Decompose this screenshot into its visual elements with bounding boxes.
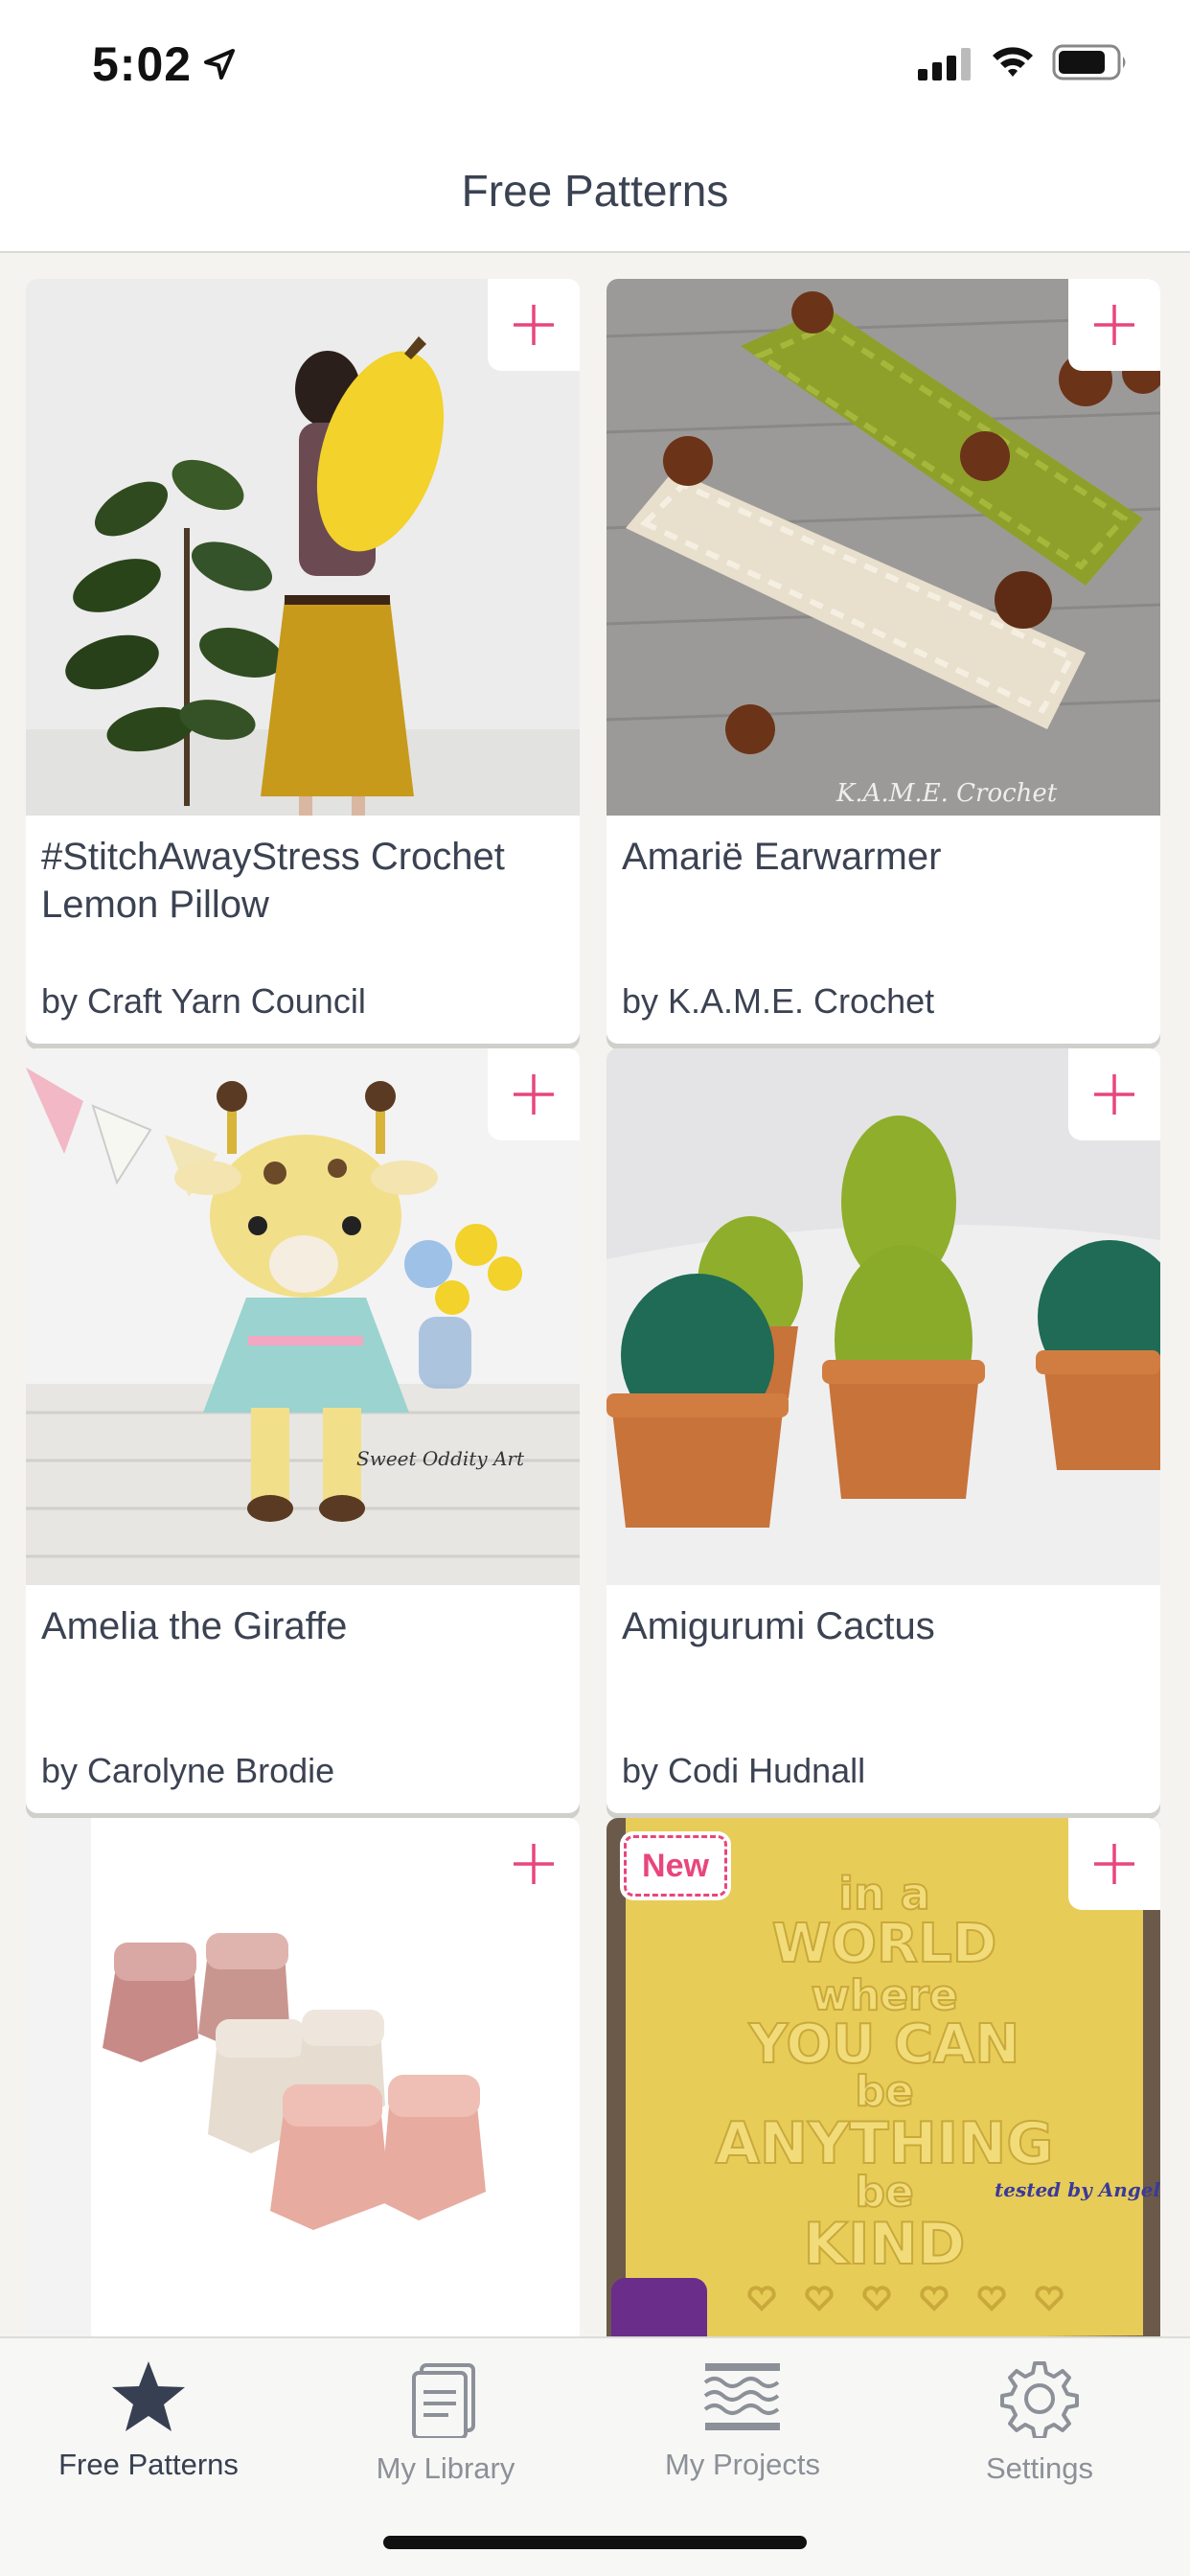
tab-label: My Library	[376, 2451, 515, 2485]
blanket-text: KIND	[804, 2211, 966, 2278]
pattern-title: Amarië Earwarmer	[622, 836, 942, 878]
star-icon	[112, 2361, 185, 2431]
image-watermark: K.A.M.E. Crochet	[835, 779, 1058, 808]
cellular-signal-icon	[918, 48, 971, 80]
yarn-icon	[703, 2363, 780, 2430]
add-to-library-button[interactable]	[1068, 279, 1160, 371]
pattern-image[interactable]	[606, 1048, 1160, 1585]
gear-icon	[1000, 2361, 1079, 2438]
new-badge: New	[620, 1831, 731, 1900]
pattern-image[interactable]	[26, 279, 580, 816]
plus-icon	[1094, 1074, 1134, 1115]
pattern-image[interactable]: K.A.M.E. Crochet	[606, 279, 1160, 816]
blanket-text: be	[855, 2067, 913, 2116]
tab-my-library[interactable]: My Library	[297, 2350, 594, 2503]
plus-icon	[1094, 305, 1134, 345]
tab-settings[interactable]: Settings	[891, 2350, 1188, 2503]
plus-icon	[1094, 1844, 1134, 1884]
location-arrow-icon	[204, 49, 235, 80]
pattern-card[interactable]: in a WORLD where YOU CAN be ANYTHING be …	[606, 1818, 1160, 2336]
tab-my-projects[interactable]: My Projects	[594, 2350, 891, 2503]
blanket-text: WORLD	[772, 1913, 997, 1975]
pattern-grid[interactable]: #StitchAwayStress Crochet Lemon Pillow b…	[0, 255, 1190, 2336]
add-to-library-button[interactable]	[488, 1818, 580, 1910]
pattern-image[interactable]: Sweet Oddity Art	[26, 1048, 580, 1585]
pattern-card[interactable]: K.A.M.E. Crochet Amarië Earwarmer by K.A…	[606, 279, 1160, 1044]
add-to-library-button[interactable]	[488, 279, 580, 371]
battery-icon	[1052, 44, 1126, 80]
wifi-icon	[993, 47, 1033, 77]
pattern-title: #StitchAwayStress Crochet Lemon Pillow	[41, 836, 505, 926]
pattern-card[interactable]: Amigurumi Cactus by Codi Hudnall	[606, 1048, 1160, 1813]
pattern-author: by Codi Hudnall	[622, 1751, 866, 1790]
status-time: 5:02	[92, 37, 193, 91]
page-title: Free Patterns	[461, 166, 729, 216]
pattern-author: by K.A.M.E. Crochet	[622, 981, 935, 1021]
add-to-library-button[interactable]	[488, 1048, 580, 1140]
add-to-library-button[interactable]	[1068, 1048, 1160, 1140]
plus-icon	[514, 1074, 554, 1115]
pattern-author: by Craft Yarn Council	[41, 981, 366, 1021]
pattern-card[interactable]: #StitchAwayStress Crochet Lemon Pillow b…	[26, 279, 580, 1044]
tab-label: My Projects	[665, 2448, 820, 2481]
pattern-image[interactable]: in a WORLD where YOU CAN be ANYTHING be …	[606, 1818, 1160, 2336]
new-badge-label: New	[624, 1835, 727, 1897]
pattern-author: by Carolyne Brodie	[41, 1751, 335, 1790]
status-bar: 5:02	[0, 0, 1190, 134]
image-signature: tested by Angela Hursh	[995, 2178, 1160, 2201]
tab-label: Settings	[985, 2451, 1093, 2485]
plus-icon	[514, 305, 554, 345]
pattern-title: Amelia the Giraffe	[41, 1605, 348, 1647]
blanket-text: be	[855, 2168, 913, 2217]
app-root: 5:02 Free Patterns #StitchAwayStress Cro…	[0, 0, 1190, 2576]
tab-label: Free Patterns	[58, 2448, 239, 2481]
blanket-text: in a	[838, 1868, 930, 1920]
add-to-library-button[interactable]	[1068, 1818, 1160, 1910]
pattern-title: Amigurumi Cactus	[622, 1605, 935, 1647]
pattern-image[interactable]	[26, 1818, 580, 2336]
nav-header: Free Patterns	[0, 134, 1190, 253]
image-watermark: Sweet Oddity Art	[356, 1447, 525, 1470]
library-icon	[412, 2363, 475, 2438]
tab-free-patterns[interactable]: Free Patterns	[0, 2350, 297, 2503]
pattern-card[interactable]	[26, 1818, 580, 2336]
pattern-card[interactable]: Sweet Oddity Art Amelia the Giraffe by C…	[26, 1048, 580, 1813]
home-indicator[interactable]	[383, 2536, 807, 2549]
plus-icon	[514, 1844, 554, 1884]
